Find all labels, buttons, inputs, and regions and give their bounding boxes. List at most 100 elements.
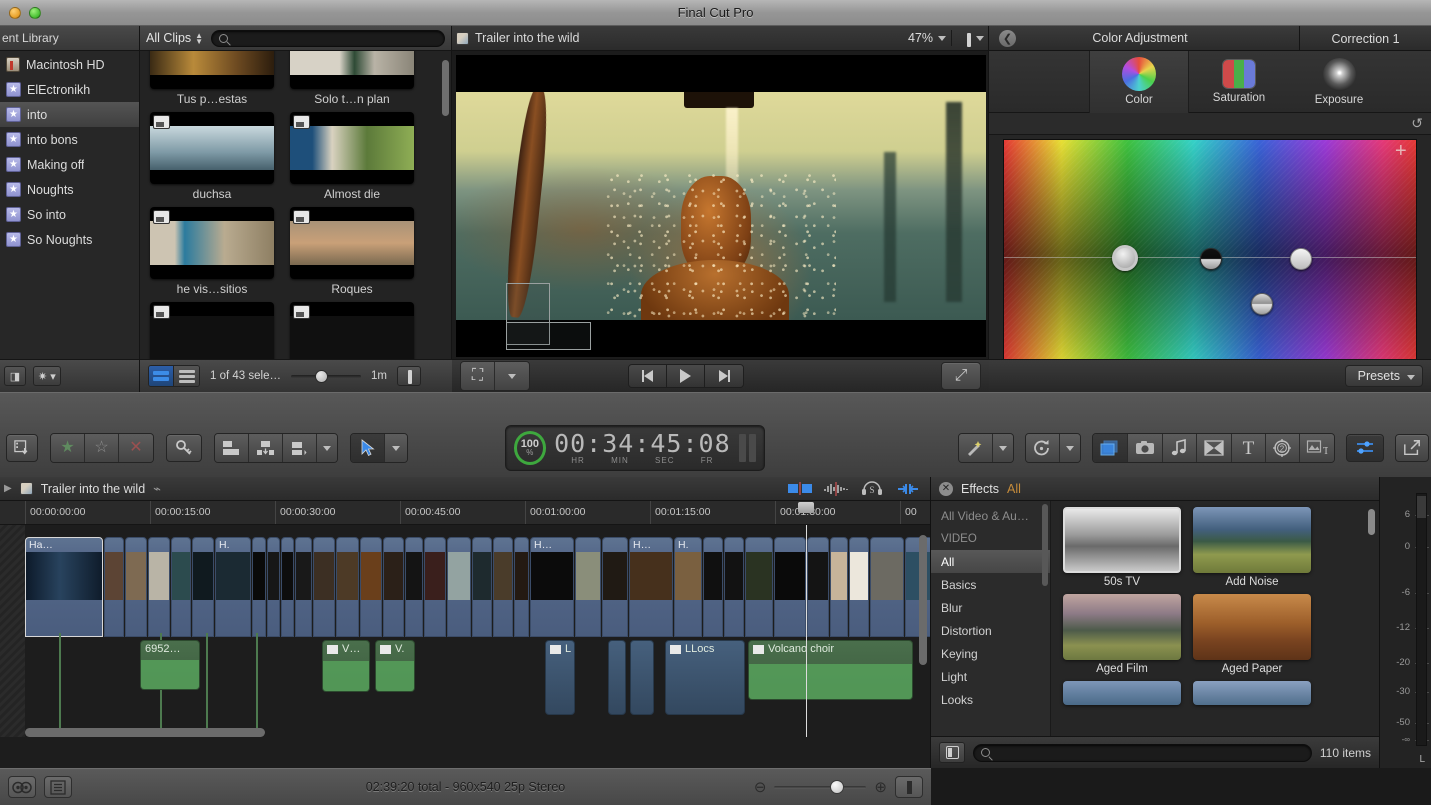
- unrate-button[interactable]: ☆: [85, 434, 119, 462]
- highlights-puck[interactable]: [1251, 293, 1273, 315]
- themes-button[interactable]: T: [1299, 434, 1334, 462]
- timeline-connected-clip[interactable]: [630, 640, 654, 715]
- timeline-video-clip[interactable]: [870, 537, 904, 637]
- timeline-video-clip[interactable]: H.: [674, 537, 702, 637]
- timeline-video-clip[interactable]: Ha…: [25, 537, 103, 637]
- inspector-button[interactable]: [1345, 434, 1384, 462]
- effect-thumbnail[interactable]: [1063, 681, 1181, 705]
- music-button[interactable]: [1162, 434, 1197, 462]
- timecode-display[interactable]: 100 % 00:34:45:08 HR MIN SEC FR: [504, 425, 765, 471]
- timeline-video-clip[interactable]: [252, 537, 266, 637]
- go-to-start-button[interactable]: [629, 365, 668, 387]
- clip-item[interactable]: Almost die: [290, 112, 414, 201]
- category-distortion[interactable]: Distortion: [931, 619, 1050, 642]
- sidebar-item-into-bons[interactable]: ★ into bons: [0, 127, 139, 152]
- chevron-down-icon[interactable]: [385, 434, 407, 462]
- timeline-video-clip[interactable]: [807, 537, 829, 637]
- photos-button[interactable]: [1127, 434, 1163, 462]
- browser-search-input[interactable]: [211, 29, 445, 47]
- audio-waveform-icon[interactable]: ⌁: [153, 481, 161, 497]
- effect-item[interactable]: [1063, 681, 1181, 705]
- effect-thumbnail[interactable]: [1193, 594, 1311, 660]
- insert-button[interactable]: [249, 434, 283, 462]
- timeline-vertical-scrollbar[interactable]: [919, 535, 927, 665]
- reset-arrow-icon[interactable]: ↺: [1411, 115, 1423, 132]
- timeline-video-clip[interactable]: [360, 537, 382, 637]
- clip-appearance-icon[interactable]: [782, 479, 818, 499]
- timeline-zoom-slider[interactable]: [774, 780, 867, 794]
- timeline-video-clip[interactable]: [849, 537, 869, 637]
- correction-label[interactable]: Correction 1: [1299, 26, 1431, 51]
- chevron-down-icon[interactable]: [938, 35, 946, 41]
- clip-height-slider[interactable]: [290, 369, 361, 383]
- solo-icon[interactable]: S: [854, 479, 890, 499]
- timeline-video-clip[interactable]: [192, 537, 214, 637]
- plus-icon[interactable]: +: [1395, 141, 1411, 161]
- clip-appearance-button[interactable]: [396, 366, 421, 386]
- timeline-video-clip[interactable]: [295, 537, 312, 637]
- viewer-display-options-icon[interactable]: [957, 30, 971, 47]
- keyword-button[interactable]: [166, 434, 202, 462]
- tab-color[interactable]: Color: [1089, 50, 1189, 113]
- timeline-video-clip[interactable]: H.: [215, 537, 251, 637]
- timeline-video-clip[interactable]: [405, 537, 423, 637]
- timeline-video-clip[interactable]: [424, 537, 446, 637]
- timeline-video-clip[interactable]: [745, 537, 773, 637]
- clip-thumbnail[interactable]: [290, 207, 414, 279]
- sidebar-item-macintosh-hd[interactable]: Macintosh HD: [0, 52, 139, 77]
- append-button[interactable]: [283, 434, 317, 462]
- chevron-down-icon[interactable]: [317, 434, 337, 462]
- category-blur[interactable]: Blur: [931, 596, 1050, 619]
- clip-thumbnail[interactable]: [290, 302, 414, 359]
- transform-tools-group[interactable]: ⛶: [460, 361, 530, 391]
- playhead[interactable]: [806, 525, 807, 737]
- effect-item[interactable]: Aged Paper: [1193, 594, 1311, 675]
- timeline-video-clip[interactable]: [313, 537, 335, 637]
- titles-button[interactable]: T: [1231, 434, 1266, 462]
- list-view-button[interactable]: [174, 366, 199, 386]
- fullscreen-button[interactable]: ⤢: [940, 362, 981, 390]
- effect-item[interactable]: 50s TV: [1063, 507, 1181, 588]
- timeline-body[interactable]: Ha… H. H… H… H. 6952… V… V. L LLocs Volc…: [0, 525, 930, 737]
- clip-thumbnail[interactable]: [290, 112, 414, 184]
- chevron-down-icon[interactable]: [992, 434, 1013, 462]
- category-basics[interactable]: Basics: [931, 573, 1050, 596]
- share-button[interactable]: [1394, 434, 1429, 462]
- timeline-video-clip[interactable]: [125, 537, 147, 637]
- sidebar-item-elEctronikh[interactable]: ★ ElEctronikh: [0, 77, 139, 102]
- clip-item[interactable]: [150, 302, 274, 359]
- timeline-audio-clip[interactable]: V.: [375, 640, 415, 692]
- timeline-video-clip[interactable]: [514, 537, 529, 637]
- timeline-video-clip[interactable]: [703, 537, 723, 637]
- timeline-audio-clip[interactable]: V…: [322, 640, 370, 692]
- timeline-video-clip[interactable]: [281, 537, 294, 637]
- viewer-frame[interactable]: [456, 55, 986, 357]
- effect-thumbnail[interactable]: [1193, 507, 1311, 573]
- titles-generators-button[interactable]: [1196, 434, 1232, 462]
- timeline-ruler[interactable]: 00:00:00:00 00:00:15:00 00:00:30:00 00:0…: [0, 501, 930, 525]
- tool-select-button[interactable]: [351, 434, 385, 462]
- timeline-video-clip[interactable]: [575, 537, 601, 637]
- effects-search-input[interactable]: [973, 743, 1312, 762]
- chevron-down-icon[interactable]: [495, 362, 529, 390]
- timeline-video-clip[interactable]: H…: [629, 537, 673, 637]
- clip-thumbnail[interactable]: [150, 302, 274, 359]
- timeline-video-clip[interactable]: [724, 537, 744, 637]
- timeline-video-clip[interactable]: [774, 537, 806, 637]
- timeline-video-clip[interactable]: [104, 537, 124, 637]
- playhead-handle[interactable]: [798, 502, 814, 513]
- clip-item[interactable]: he vis…sitios: [150, 207, 274, 296]
- timeline-video-clip[interactable]: [267, 537, 280, 637]
- zoom-out-icon[interactable]: ⊖: [754, 778, 767, 796]
- disclosure-triangle-icon[interactable]: ▶: [4, 483, 12, 494]
- close-icon[interactable]: ✕: [939, 481, 953, 496]
- timeline-video-clip[interactable]: [602, 537, 628, 637]
- snapping-icon[interactable]: [890, 479, 926, 499]
- browser-view-toggle[interactable]: [148, 365, 200, 387]
- sidebar-item-noughts[interactable]: ★ Noughts: [0, 177, 139, 202]
- category-keying[interactable]: Keying: [931, 642, 1050, 665]
- category-light[interactable]: Light: [931, 665, 1050, 688]
- timeline-video-clip[interactable]: [493, 537, 513, 637]
- retime-button[interactable]: [1025, 434, 1060, 462]
- timeline-connected-clip[interactable]: LLocs: [665, 640, 745, 715]
